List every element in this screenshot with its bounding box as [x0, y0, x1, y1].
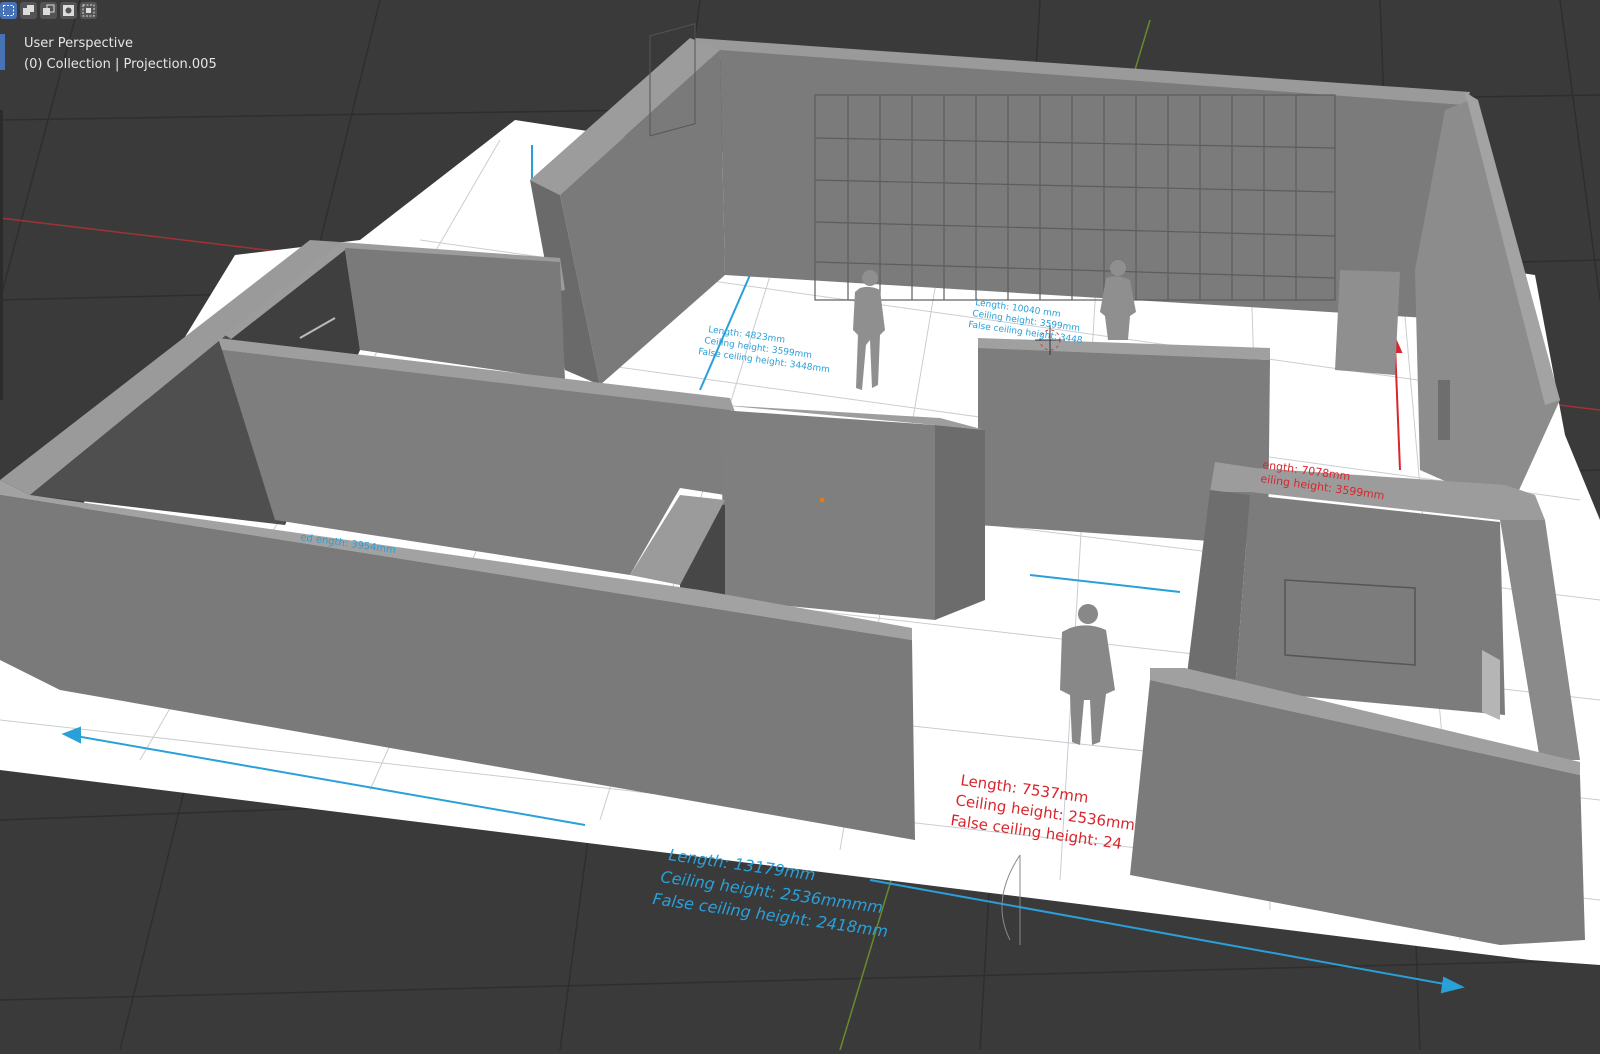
right-room-face	[1235, 495, 1505, 715]
center-column-front	[720, 410, 935, 620]
select-intersect-button[interactable]	[80, 2, 97, 19]
select-invert-button[interactable]	[60, 2, 77, 19]
origin-point	[819, 497, 825, 503]
center-column-side	[935, 425, 985, 620]
view-name: User Perspective	[24, 36, 134, 51]
viewport-side-accent	[0, 34, 5, 70]
viewport-scene[interactable]: Length: 13179mm Ceiling height: 2536mmmm…	[0, 0, 1600, 1051]
select-extend-button[interactable]	[20, 2, 37, 19]
select-box-button[interactable]	[0, 2, 17, 19]
select-mode-toolbar	[0, 0, 97, 22]
viewport-info-overlay: User Perspective (0) Collection | Projec…	[24, 33, 217, 75]
3d-viewport[interactable]: Length: 13179mm Ceiling height: 2536mmmm…	[0, 0, 1600, 1051]
select-subtract-icon	[43, 4, 55, 15]
back-pillar	[1335, 270, 1400, 375]
right-wall-window	[1438, 380, 1450, 440]
right-room-door	[1482, 650, 1500, 720]
select-box-icon	[3, 5, 14, 16]
collection-info: (0) Collection | Projection.005	[24, 57, 217, 72]
select-intersect-icon	[82, 4, 95, 17]
select-extend-icon	[23, 5, 34, 15]
toolbar-strip	[0, 110, 3, 400]
select-subtract-button[interactable]	[40, 2, 57, 19]
select-invert-icon	[63, 5, 74, 16]
